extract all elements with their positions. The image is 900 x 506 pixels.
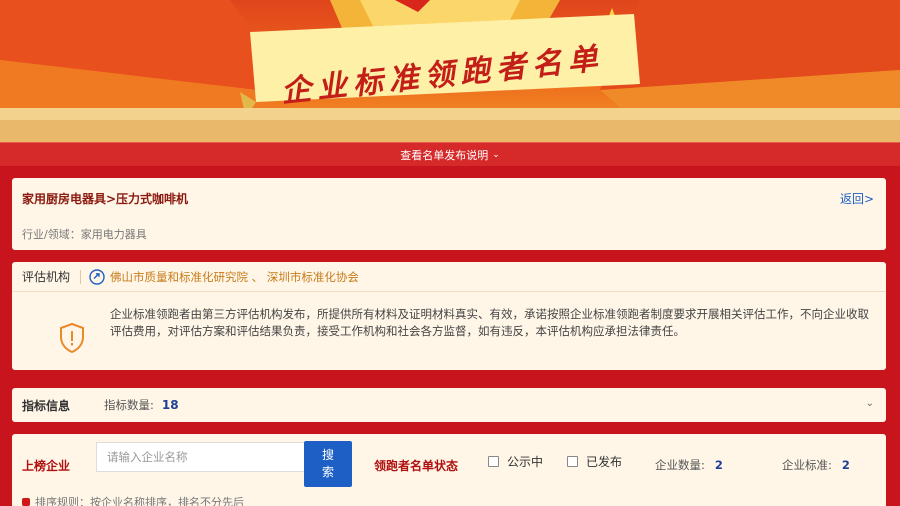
sort-rule-text: 排序规则：按企业名称排序，排名不分先后 xyxy=(35,496,244,506)
release-notes-toggle[interactable]: 查看名单发布说明 ⌄ xyxy=(0,142,900,166)
evaluators-body: 企业标准领跑者由第三方评估机构发布，所提供所有材料及证明材料真实、有效，承诺按照… xyxy=(12,292,886,370)
search-button[interactable]: 搜索 xyxy=(304,441,352,487)
company-count: 2 xyxy=(714,458,723,472)
bullet-icon xyxy=(22,498,30,506)
company-count-stat: 企业数量: 2 xyxy=(655,457,723,473)
indicator-count-label: 指标数量: xyxy=(104,398,154,412)
evaluators-header: 评估机构 佛山市质量和标准化研究院 、 深圳市标准化协会 xyxy=(12,262,886,292)
checkbox-box[interactable] xyxy=(488,456,499,467)
link-icon xyxy=(89,268,105,285)
status-public-label: 公示中 xyxy=(507,455,544,469)
evaluators-card: 评估机构 佛山市质量和标准化研究院 、 深圳市标准化协会 企业标准领跑者由第三方… xyxy=(12,262,886,370)
companies-card: 上榜企业 搜索 领跑者名单状态 公示中 已发布 企业数量: 2 企业标准: 2 排序… xyxy=(12,434,886,506)
company-search-input[interactable] xyxy=(96,442,306,472)
indicator-count: 18 xyxy=(161,398,179,412)
header-banner: 企业标准领跑者名单 xyxy=(0,0,900,142)
status-filter-label: 领跑者名单状态 xyxy=(374,459,459,473)
sort-rule-note: 排序规则：按企业名称排序，排名不分先后 xyxy=(22,494,244,506)
standard-count-label: 企业标准: xyxy=(782,458,832,472)
industry-info: 行业/领域：家用电力器具 xyxy=(22,226,147,242)
divider xyxy=(80,269,82,284)
chevron-down-icon: ⌄ xyxy=(492,149,500,160)
status-public-checkbox[interactable]: 公示中 xyxy=(488,453,543,470)
release-notes-label: 查看名单发布说明 xyxy=(400,148,489,162)
shield-alert-icon xyxy=(60,322,84,354)
listed-companies-label: 上榜企业 xyxy=(22,459,71,473)
status-published-checkbox[interactable]: 已发布 xyxy=(567,453,622,470)
checkbox-box[interactable] xyxy=(567,456,578,467)
evaluators-label: 评估机构 xyxy=(22,270,71,284)
expand-chevron-icon[interactable]: ⌄ xyxy=(866,398,874,409)
category-card: 家用厨房电器具>压力式咖啡机 返回> 行业/领域：家用电力器具 xyxy=(12,178,886,250)
back-link[interactable]: 返回> xyxy=(840,190,874,207)
status-published-label: 已发布 xyxy=(586,455,623,469)
indicator-card[interactable]: 指标信息 指标数量: 18 ⌄ xyxy=(12,388,886,422)
evaluator-disclaimer: 企业标准领跑者由第三方评估机构发布，所提供所有材料及证明材料真实、有效，承诺按照… xyxy=(110,307,869,338)
indicator-label: 指标信息 xyxy=(22,398,71,413)
category-breadcrumb: 家用厨房电器具>压力式咖啡机 xyxy=(22,192,189,206)
standard-count-stat: 企业标准: 2 xyxy=(782,457,850,473)
industry-label: 行业/领域： xyxy=(22,228,81,241)
company-count-label: 企业数量: xyxy=(655,458,705,472)
industry-value: 家用电力器具 xyxy=(80,228,147,241)
standard-count: 2 xyxy=(841,458,850,472)
evaluator-orgs-link[interactable]: 佛山市质量和标准化研究院 、 深圳市标准化协会 xyxy=(110,269,359,285)
